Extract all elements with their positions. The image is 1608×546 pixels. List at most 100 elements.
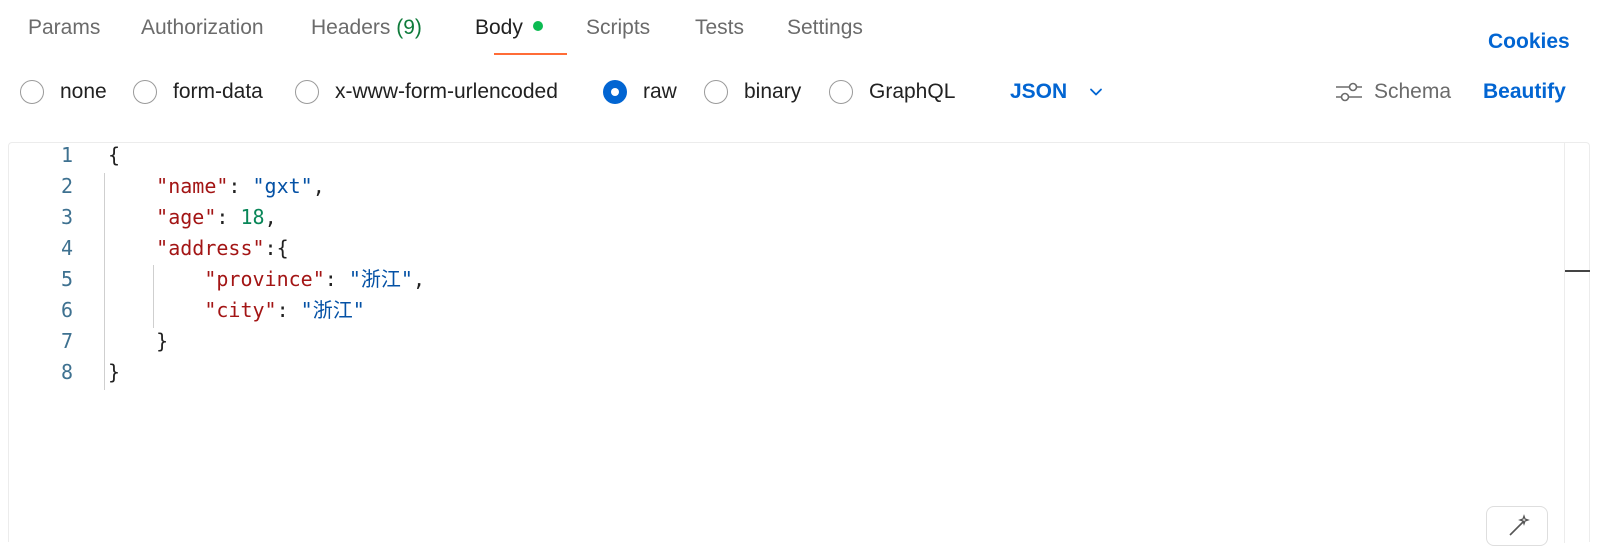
sliders-icon [1336,82,1362,102]
line-number: 6 [60,298,73,322]
radio-circle[interactable] [704,80,728,104]
radio-circle[interactable] [829,80,853,104]
code-token: , [264,205,277,229]
radio-graphql[interactable]: GraphQL [829,74,955,110]
code-token: "city" [204,298,277,322]
code-text: } [108,356,120,388]
chevron-down-icon [1090,88,1103,96]
radio-raw[interactable]: raw [603,74,677,110]
code-token: "province" [204,267,325,291]
code-line: 2 "name": "gxt", [9,170,1564,202]
code-token: } [108,329,169,353]
code-token: } [108,360,121,384]
schema-label: Schema [1374,80,1452,103]
tab-scripts[interactable]: Scripts [586,14,650,42]
code-text: "address":{ [108,232,289,264]
radio-label: raw [643,80,677,103]
code-token: :{ [264,236,289,260]
code-token: , [412,267,425,291]
code-text: "name": "gxt", [108,170,325,202]
code-text: } [108,325,168,357]
radio-circle-checked[interactable] [603,80,627,104]
radio-form-data[interactable]: form-data [133,74,263,110]
code-token: : [324,267,349,291]
code-line: 3 "age": 18, [9,201,1564,233]
tab-label: Authorization [141,16,264,39]
code-token: : [216,205,241,229]
vertical-scrollbar[interactable] [1564,143,1590,543]
tab-body[interactable]: Body [475,14,543,42]
tab-label: Tests [695,16,745,39]
body-modified-dot-icon [532,21,543,31]
line-number: 8 [60,360,73,384]
line-number: 1 [60,143,73,167]
code-token: "address" [156,236,265,260]
line-number: 5 [60,267,73,291]
tab-label: Settings [787,16,863,39]
tab-label: Params [28,16,101,39]
line-number: 2 [60,174,73,198]
indent-guide [104,173,105,390]
radio-circle[interactable] [295,80,319,104]
line-number: 7 [60,329,73,353]
code-token: : [276,298,301,322]
magic-wand-icon [1509,514,1530,536]
code-text: "age": 18, [108,201,277,233]
code-token: "gxt" [252,174,313,198]
code-editor[interactable]: 1{2 "name": "gxt", 3 "age": 18, 4 "address… [8,139,1590,543]
radio-none[interactable]: none [20,74,107,110]
code-token: "age" [156,205,217,229]
radio-binary[interactable]: binary [704,74,801,110]
tab-settings[interactable]: Settings [787,14,863,42]
line-number: 4 [60,236,73,260]
code-line: 5 "province": "浙江", [9,263,1564,295]
code-line: 6 "city": "浙江" [9,294,1564,326]
tab-label: Body [475,16,523,39]
tab-authorization[interactable]: Authorization [141,14,264,42]
code-token: "浙江" [300,298,365,322]
code-line: 7 } [9,325,1564,357]
code-text: "province": "浙江", [108,263,425,295]
code-line: 8} [9,356,1564,388]
editor-action-button[interactable] [1486,506,1548,546]
code-token: : [228,174,253,198]
code-token: { [108,143,121,167]
tab-tests[interactable]: Tests [695,14,744,42]
tab-headers[interactable]: Headers (9) [311,14,422,42]
radio-label: form-data [173,80,263,103]
beautify-button[interactable]: Beautify [1483,74,1566,110]
tab-label: Headers [311,16,391,39]
active-tab-underline [494,53,567,55]
scrollbar-marker [1565,270,1590,272]
radio-label: none [60,80,107,103]
radio-label: GraphQL [869,80,956,103]
code-token: 18 [240,205,265,229]
format-dropdown[interactable]: JSON [1010,74,1103,110]
line-number: 3 [60,205,73,229]
code-line: 4 "address":{ [9,232,1564,264]
schema-button[interactable]: Schema [1334,74,1451,110]
radio-circle[interactable] [133,80,157,104]
format-dropdown-value: JSON [1010,80,1068,103]
indent-guide [153,265,154,328]
code-token: "name" [156,174,229,198]
code-token: , [312,174,325,198]
radio-label: binary [744,80,802,103]
tab-label: Scripts [586,16,651,39]
code-line: 1{ [9,139,1564,171]
radio-circle[interactable] [20,80,44,104]
radio-label: x-www-form-urlencoded [335,80,558,103]
headers-count-badge: (9) [396,16,422,39]
code-text: { [108,139,120,171]
code-text: "city": "浙江" [108,294,365,326]
radio-x-www-form-urlencoded[interactable]: x-www-form-urlencoded [295,74,558,110]
cookies-link[interactable]: Cookies [1488,30,1570,54]
code-token: "浙江" [348,267,413,291]
body-type-selector: none form-data x-www-form-urlencoded raw… [0,74,1608,110]
tab-params[interactable]: Params [28,14,100,42]
